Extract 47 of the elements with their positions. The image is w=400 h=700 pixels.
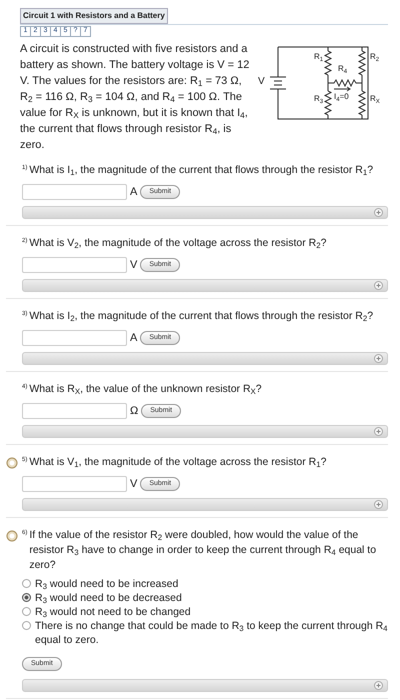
plus-icon[interactable]: [374, 354, 383, 363]
resistor-label: R$_{1}$: [314, 53, 324, 61]
unit-label: V: [130, 260, 138, 270]
unit-label: A: [130, 332, 138, 344]
plus-icon[interactable]: [374, 208, 383, 217]
hint-bar[interactable]: [22, 498, 388, 511]
unit-label: V: [130, 478, 138, 490]
circle-icon[interactable]: [6, 457, 18, 469]
resistor-label: R$_{X}$: [370, 95, 380, 103]
radio-button[interactable]: [22, 607, 31, 616]
resistor-label: R$_{2}$: [370, 53, 380, 61]
answer-field[interactable]: [22, 476, 127, 492]
option-text[interactable]: There is no change that could be made to R$_{3}$ to keep the current through R$_{4}$ equal to zero.: [35, 619, 388, 647]
radio-button[interactable]: [22, 593, 31, 602]
plus-icon[interactable]: [374, 427, 383, 436]
plus-icon[interactable]: [374, 500, 383, 509]
question-text: What is I$_{1}$, the magnitude of the current that flows through the resistor R$_{1}$?: [29, 163, 374, 178]
option-text[interactable]: R$_{3}$ would need to be increased: [35, 577, 178, 591]
current-label: I$_{4}$=0: [334, 93, 349, 101]
resistor-label: R$_{3}$: [314, 95, 324, 103]
question-text: What is I$_{2}$, the magnitude of the current that flows through the resistor R$_{2}$?: [29, 309, 374, 324]
problem-text: A circuit is constructed with five resistors and a battery as shown. The battery voltage is V = 12 V. The values for the resistors are: R$_{1}$ = 73 Ω, R$_{2}$ = 116 Ω, R$_{3}$ = 104 Ω, and R$_{4}$ = 100 Ω. The value for R$_{X}$ is unknown, but it is known that I$_{4}$, the current that flows through resistor R$_{4}$, is zero.: [20, 42, 250, 153]
radio-button[interactable]: [22, 579, 31, 588]
question-text: What is V$_{1}$, the magnitude of the voltage across the resistor R$_{1}$?: [29, 455, 326, 470]
answer-field[interactable]: [22, 403, 127, 419]
question-text: If the value of the resistor R$_{2}$ were doubled, how would the value of the resistor R$_{3}$ have to change in order to keep the current through R$_{4}$ equal to zero?: [29, 528, 378, 573]
question-text: What is R$_{X}$, the value of the unknown resistor R$_{X}$?: [29, 382, 262, 397]
circle-icon[interactable]: [6, 530, 18, 542]
unit-label: A: [130, 186, 138, 198]
radio-button[interactable]: [22, 621, 31, 630]
hint-bar[interactable]: [22, 206, 388, 219]
hint-bar[interactable]: [22, 679, 388, 692]
battery-label: V: [258, 77, 265, 87]
hint-bar[interactable]: [22, 279, 388, 292]
unit-label: Ω: [130, 406, 138, 416]
resistor-label: R$_{4}$: [338, 65, 348, 73]
answer-field[interactable]: [22, 184, 127, 200]
plus-icon[interactable]: [374, 281, 383, 290]
assignment-title: Circuit 1 with Resistors and a Battery: [20, 8, 168, 24]
question-text: What is V$_{2}$, the magnitude of the voltage across the resistor R$_{2}$?: [29, 236, 326, 251]
answer-field[interactable]: [22, 257, 127, 273]
option-text[interactable]: R$_{3}$ would not need to be changed: [35, 605, 191, 619]
hint-bar[interactable]: [22, 425, 388, 438]
plus-icon[interactable]: [374, 681, 383, 690]
option-text[interactable]: R$_{3}$ would need to be decreased: [35, 591, 182, 605]
answer-field[interactable]: [22, 330, 127, 346]
hint-bar[interactable]: [22, 352, 388, 365]
